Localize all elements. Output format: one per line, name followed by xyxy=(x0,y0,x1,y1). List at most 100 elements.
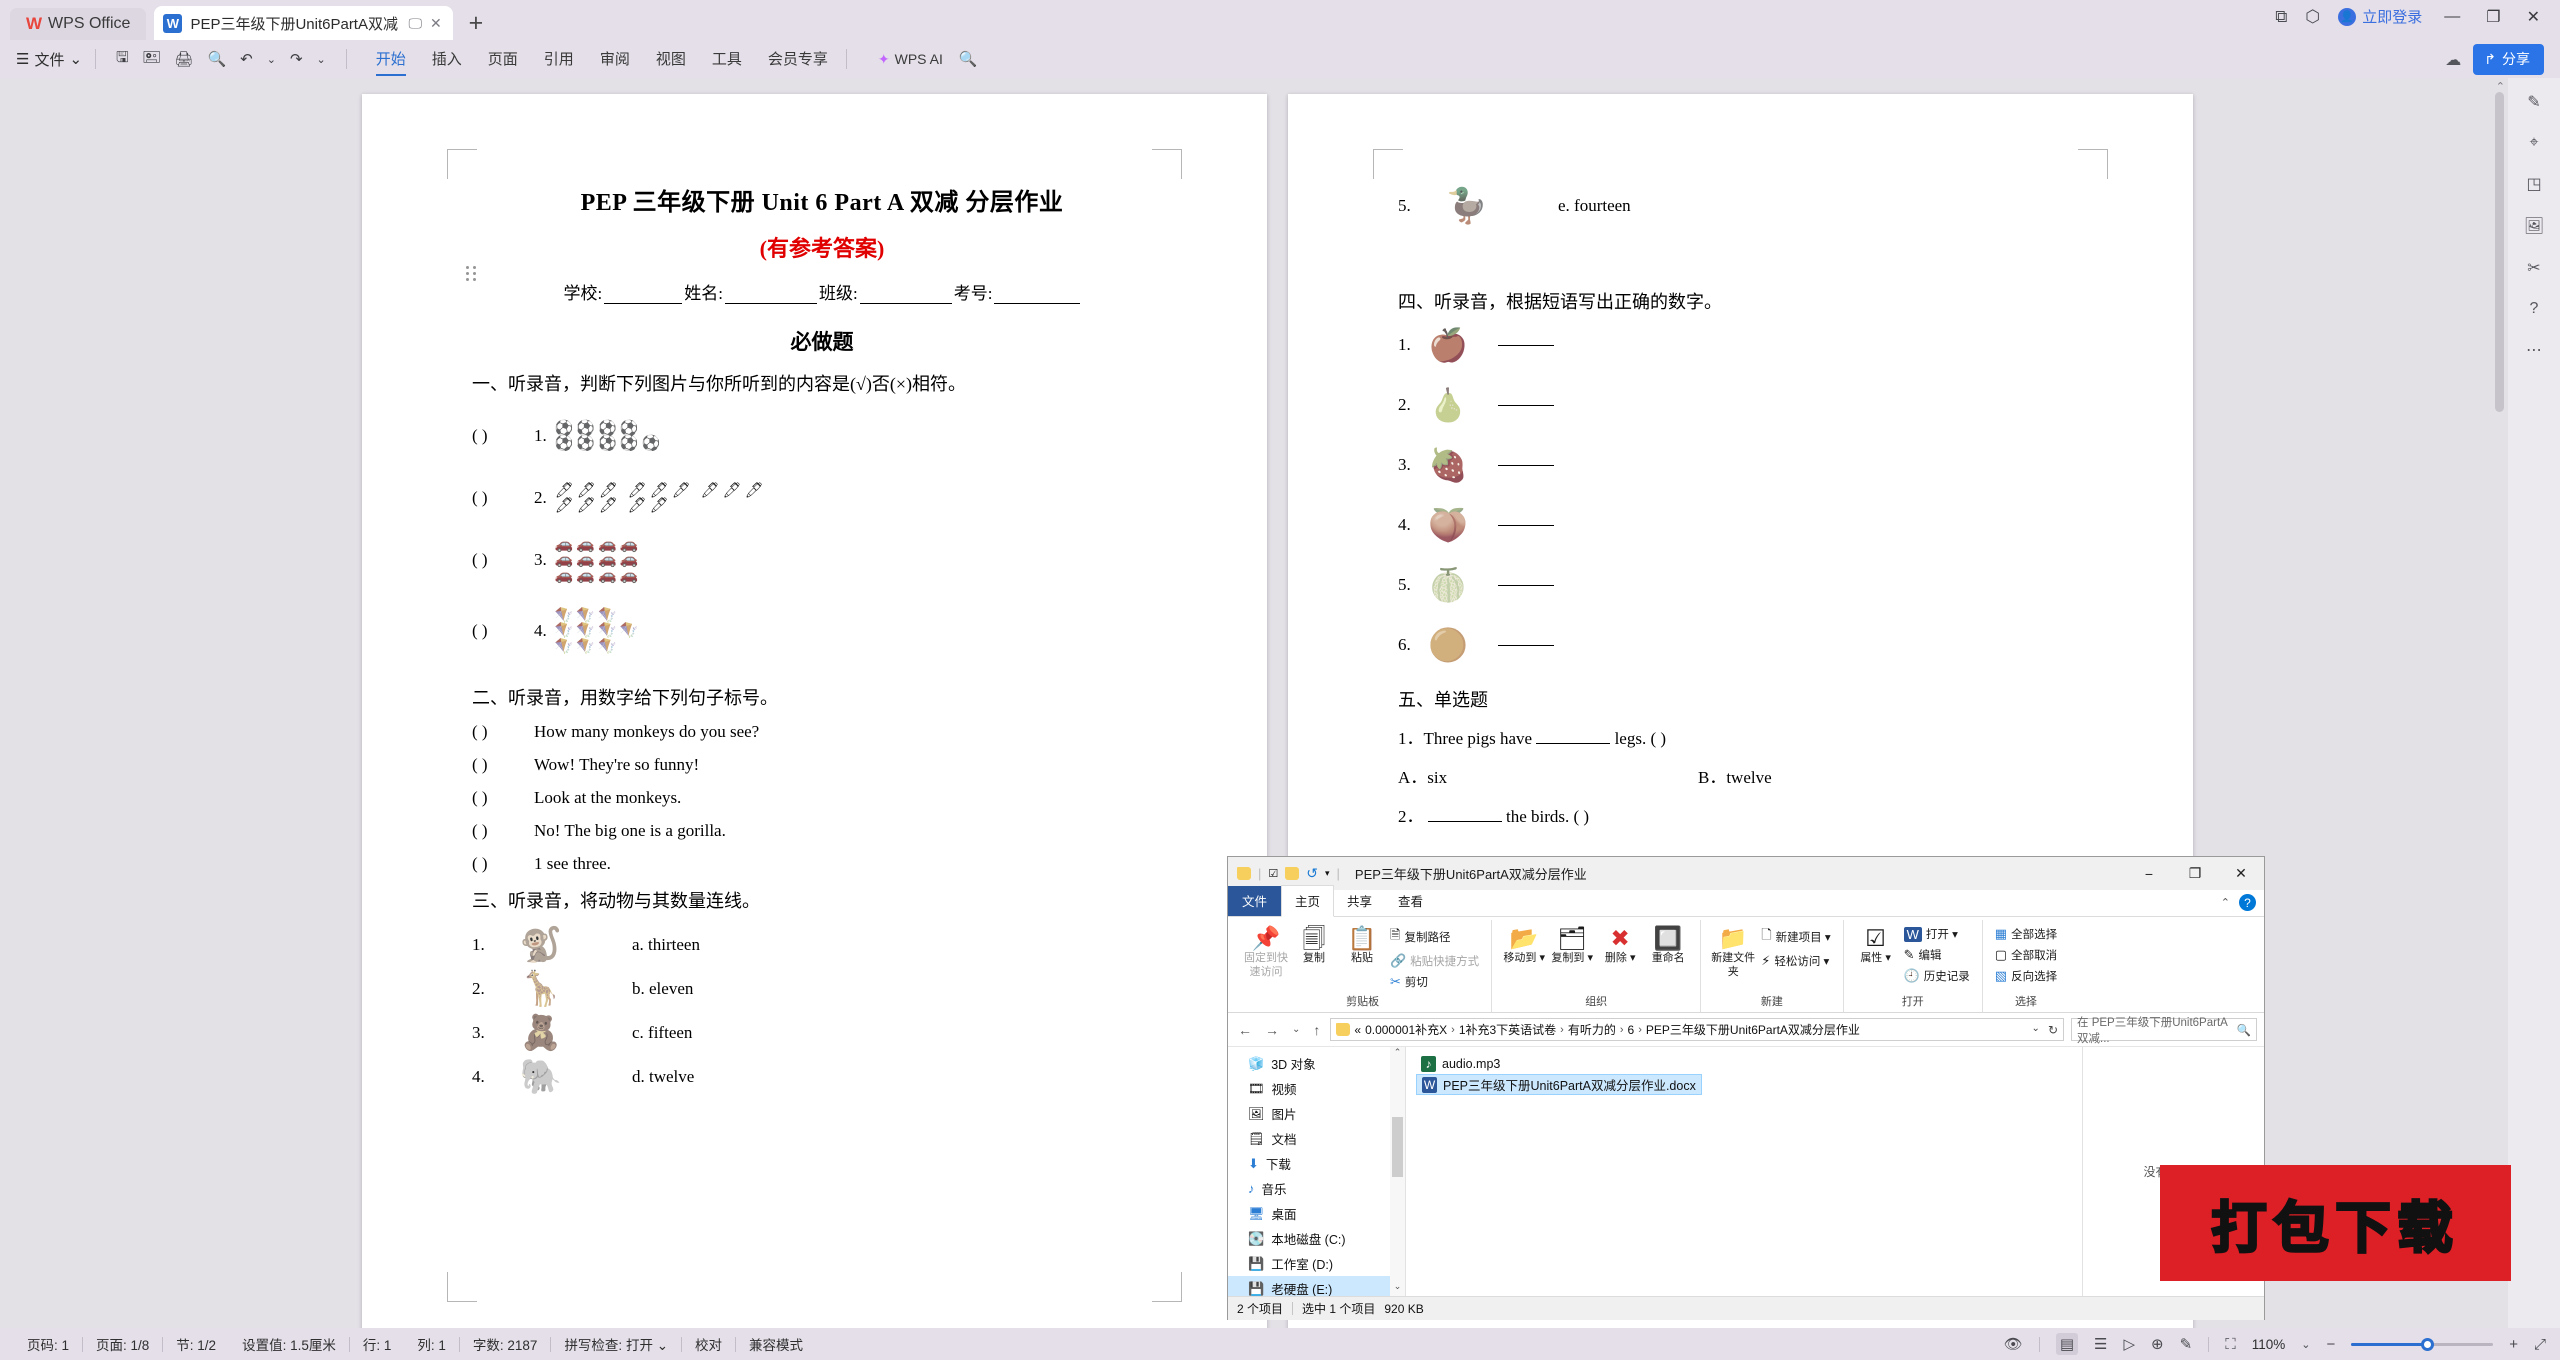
print-preview-icon[interactable]: 🔍 xyxy=(207,50,226,68)
scissors-icon[interactable]: ✂ xyxy=(2527,258,2540,278)
breadcrumb-item[interactable]: 1补充3下英语试卷 xyxy=(1459,1021,1556,1038)
nav-item-3d-objects[interactable]: 🧊 3D 对象 xyxy=(1228,1051,1405,1076)
cloud-icon[interactable]: ☁ xyxy=(2445,50,2461,70)
document-page-1[interactable]: PEP 三年级下册 Unit 6 Part A 双减 分层作业 (有参考答案) … xyxy=(362,94,1267,1352)
breadcrumb-item[interactable]: PEP三年级下册Unit6PartA双减分层作业 xyxy=(1646,1021,1860,1038)
nav-item-videos[interactable]: 🎞 视频 xyxy=(1228,1076,1405,1101)
redo-dropdown-icon[interactable]: ⌄ xyxy=(317,53,326,66)
ribbon-tab-review[interactable]: 审阅 xyxy=(600,48,630,71)
status-word-count[interactable]: 字数: 2187 xyxy=(460,1334,551,1354)
answer-blank[interactable] xyxy=(1498,344,1554,346)
select-all-button[interactable]: ▦ 全部选择 xyxy=(1991,924,2061,944)
explorer-tab-file[interactable]: 文件 xyxy=(1228,886,1282,916)
chevron-down-icon[interactable]: ▾ xyxy=(1325,868,1330,879)
select-none-button[interactable]: ▢ 全部取消 xyxy=(1991,945,2061,965)
answer-paren[interactable]: ( ) xyxy=(472,755,534,775)
page-view-icon[interactable]: ▤ xyxy=(2055,1333,2079,1355)
zoom-level[interactable]: 110% xyxy=(2252,1337,2286,1352)
ribbon-tab-view[interactable]: 视图 xyxy=(656,48,686,71)
answer-blank[interactable] xyxy=(1498,464,1554,466)
folder-icon[interactable] xyxy=(1237,867,1251,880)
nav-item-drive-d[interactable]: 💾 工作室 (D:) xyxy=(1228,1251,1405,1276)
nav-item-documents[interactable]: 🗒 文档 xyxy=(1228,1126,1405,1151)
wps-ai-button[interactable]: ✦ WPS AI xyxy=(878,51,943,68)
answer-blank[interactable] xyxy=(1498,584,1554,586)
file-list[interactable]: ♪ audio.mp3 W PEP三年级下册Unit6PartA双减分层作业.d… xyxy=(1406,1047,2082,1296)
zoom-slider-knob[interactable] xyxy=(2421,1337,2435,1351)
scrollbar-thumb[interactable] xyxy=(1392,1117,1403,1177)
navigation-pane-scrollbar[interactable]: ⌃ ⌄ xyxy=(1390,1047,1405,1296)
print-icon[interactable]: 🖨 xyxy=(174,50,193,68)
open-button[interactable]: W 打开 ▾ xyxy=(1900,924,1974,944)
copy-path-button[interactable]: 🗎 复制路径 xyxy=(1386,924,1483,950)
search-icon[interactable]: 🔍 xyxy=(959,50,978,68)
recent-locations-icon[interactable]: ⌄ xyxy=(1289,1024,1303,1035)
paste-button[interactable]: 📋 粘贴 xyxy=(1338,920,1386,966)
undo-icon[interactable]: ↶ xyxy=(240,50,253,68)
breadcrumb-item[interactable]: 6 xyxy=(1628,1023,1635,1037)
nav-item-desktop[interactable]: 🖥 桌面 xyxy=(1228,1201,1405,1226)
easy-access-button[interactable]: ⚡ 轻松访问 ▾ xyxy=(1757,951,1834,971)
cube-icon[interactable]: ⬡ xyxy=(2305,7,2320,27)
answer-blank[interactable] xyxy=(1427,821,1502,822)
scroll-up-icon[interactable]: ⌃ xyxy=(2496,80,2505,93)
monitor-icon[interactable]: 🖵 xyxy=(408,15,422,32)
ribbon-tab-tools[interactable]: 工具 xyxy=(712,48,742,71)
pen-icon[interactable]: ✎ xyxy=(2527,92,2540,112)
answer-paren[interactable]: ( ) xyxy=(472,821,534,841)
option-b[interactable]: B．twelve xyxy=(1698,763,1772,788)
eye-icon[interactable]: 👁 xyxy=(2004,1335,2023,1353)
explorer-close-button[interactable]: ✕ xyxy=(2218,857,2264,890)
login-button[interactable]: 👤 立即登录 xyxy=(2338,6,2422,27)
nav-item-drive-e[interactable]: 💾 老硬盘 (E:) xyxy=(1228,1276,1405,1296)
help-icon[interactable]: ? xyxy=(2530,300,2539,318)
restore-button[interactable]: ❐ xyxy=(2482,7,2504,27)
ribbon-tab-start[interactable]: 开始 xyxy=(375,48,406,76)
status-spellcheck[interactable]: 拼写检查: 打开 ⌄ xyxy=(551,1334,681,1354)
option-a[interactable]: A．six xyxy=(1398,763,1698,788)
document-scrollbar[interactable] xyxy=(2495,92,2504,412)
collapse-ribbon-icon[interactable]: ⌃ xyxy=(2221,896,2230,909)
redo-icon[interactable]: ↷ xyxy=(290,50,303,68)
zoom-in-button[interactable]: + xyxy=(2509,1336,2518,1353)
explorer-tab-view[interactable]: 查看 xyxy=(1385,886,1436,916)
answer-paren[interactable]: ( ) xyxy=(472,722,534,742)
undo-dropdown-icon[interactable]: ⌄ xyxy=(267,53,276,66)
share-button[interactable]: ↱ 分享 xyxy=(2473,44,2544,75)
answer-paren[interactable]: ( ) xyxy=(472,488,534,508)
cursor-icon[interactable]: ⌖ xyxy=(2529,134,2538,152)
new-folder-icon[interactable] xyxy=(1285,867,1300,880)
invert-selection-button[interactable]: ▧ 反向选择 xyxy=(1991,966,2061,986)
nav-item-pictures[interactable]: 🖼 图片 xyxy=(1228,1101,1405,1126)
ribbon-tab-page[interactable]: 页面 xyxy=(488,48,518,71)
properties-button[interactable]: ☑ 属性 ▾ xyxy=(1852,920,1900,966)
file-explorer-window[interactable]: | ☑ ↺ ▾ | PEP三年级下册Unit6PartA双减分层作业 − ❐ ✕… xyxy=(1227,856,2265,1320)
explorer-tab-share[interactable]: 共享 xyxy=(1334,886,1385,916)
answer-blank[interactable] xyxy=(1498,524,1554,526)
file-menu-button[interactable]: ☰ 文件 ⌄ xyxy=(16,49,82,70)
close-window-button[interactable]: ✕ xyxy=(2523,7,2544,27)
save-as-icon[interactable]: 🖭 xyxy=(143,47,161,72)
scroll-down-icon[interactable]: ⌄ xyxy=(1390,1281,1405,1296)
refresh-icon[interactable]: ↻ xyxy=(2048,1023,2058,1037)
outline-view-icon[interactable]: ☰ xyxy=(2094,1335,2107,1353)
pin-to-quick-access-button[interactable]: 📌 固定到快速访问 xyxy=(1242,920,1290,980)
save-icon[interactable]: 🖫 xyxy=(116,47,129,72)
scroll-up-icon[interactable]: ⌃ xyxy=(1390,1047,1405,1062)
nav-item-music[interactable]: ♪ 音乐 xyxy=(1228,1176,1405,1201)
ribbon-tab-member[interactable]: 会员专享 xyxy=(768,48,828,71)
focus-icon[interactable]: ⛶ xyxy=(2225,1336,2236,1353)
breadcrumb[interactable]: « 0.000001补充X › 1补充3下英语试卷 › 有听力的 › 6 › P… xyxy=(1330,1018,2064,1041)
window-layout-icon[interactable]: ⧉ xyxy=(2275,7,2287,27)
list-item[interactable]: W PEP三年级下册Unit6PartA双减分层作业.docx xyxy=(1416,1074,1702,1095)
shapes-icon[interactable]: ◳ xyxy=(2526,174,2541,194)
explorer-minimize-button[interactable]: − xyxy=(2126,857,2172,890)
cut-button[interactable]: ✂ 剪切 xyxy=(1386,972,1483,992)
delete-button[interactable]: ✖ 删除 ▾ xyxy=(1596,920,1644,966)
help-icon[interactable]: ? xyxy=(2239,894,2256,911)
ribbon-tab-insert[interactable]: 插入 xyxy=(432,48,462,71)
forward-icon[interactable]: → xyxy=(1262,1022,1282,1038)
nav-item-downloads[interactable]: ⬇ 下载 xyxy=(1228,1151,1405,1176)
copy-to-button[interactable]: 🗂 复制到 ▾ xyxy=(1548,920,1596,966)
new-tab-button[interactable]: + xyxy=(469,9,484,38)
